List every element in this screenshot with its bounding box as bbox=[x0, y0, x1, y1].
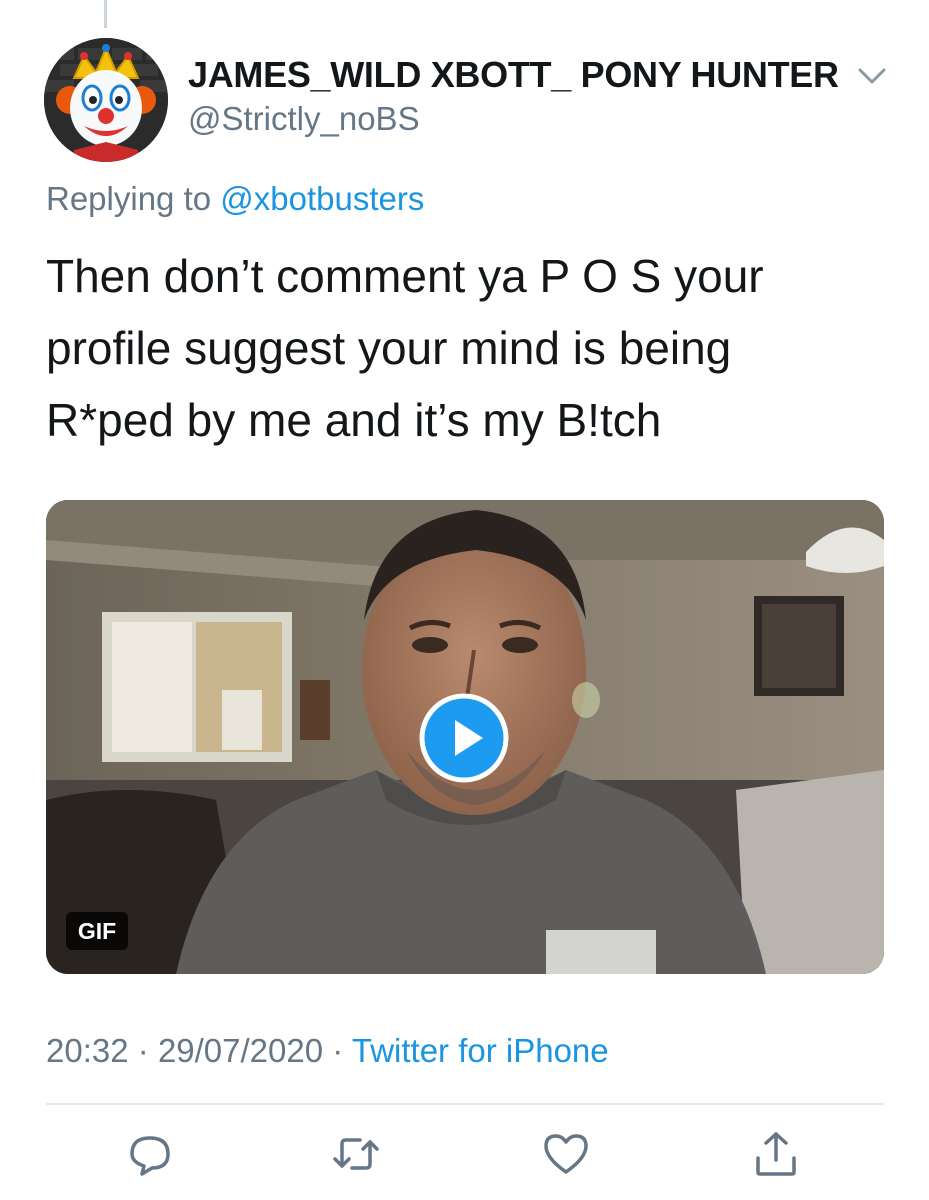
replying-to-mention-link[interactable]: @xbotbusters bbox=[220, 180, 424, 217]
tweet-time: 20:32 bbox=[46, 1032, 129, 1069]
share-icon[interactable] bbox=[750, 1128, 802, 1180]
tweet-source-link[interactable]: Twitter for iPhone bbox=[352, 1032, 609, 1069]
display-name[interactable]: JAMES_WILD XBOTT_ PONY HUNTER bbox=[188, 54, 839, 96]
divider bbox=[46, 1103, 884, 1105]
chevron-down-icon[interactable] bbox=[852, 58, 892, 92]
play-icon[interactable] bbox=[419, 693, 509, 783]
tweet-text: Then don’t comment ya P O S your profile… bbox=[46, 240, 896, 456]
replying-to-line: Replying to @xbotbusters bbox=[46, 180, 424, 218]
gif-badge: GIF bbox=[66, 912, 128, 950]
replying-prefix: Replying to bbox=[46, 180, 212, 217]
meta-separator: · bbox=[332, 1032, 344, 1069]
tweet-text-line: Then don’t comment ya P O S your bbox=[46, 250, 764, 302]
like-icon[interactable] bbox=[540, 1128, 592, 1180]
tweet-text-line: profile suggest your mind is being bbox=[46, 322, 732, 374]
user-handle[interactable]: @Strictly_noBS bbox=[188, 100, 420, 138]
reply-icon[interactable] bbox=[124, 1128, 176, 1180]
retweet-icon[interactable] bbox=[330, 1128, 382, 1180]
tweet-date: 29/07/2020 bbox=[157, 1032, 324, 1069]
tweet-text-line: R*ped by me and it’s my B!tch bbox=[46, 394, 662, 446]
tweet-metadata: 20:32 · 29/07/2020 · Twitter for iPhone bbox=[46, 1032, 609, 1070]
thread-connector-line bbox=[104, 0, 107, 28]
meta-separator: · bbox=[137, 1032, 149, 1069]
avatar[interactable] bbox=[44, 38, 168, 162]
